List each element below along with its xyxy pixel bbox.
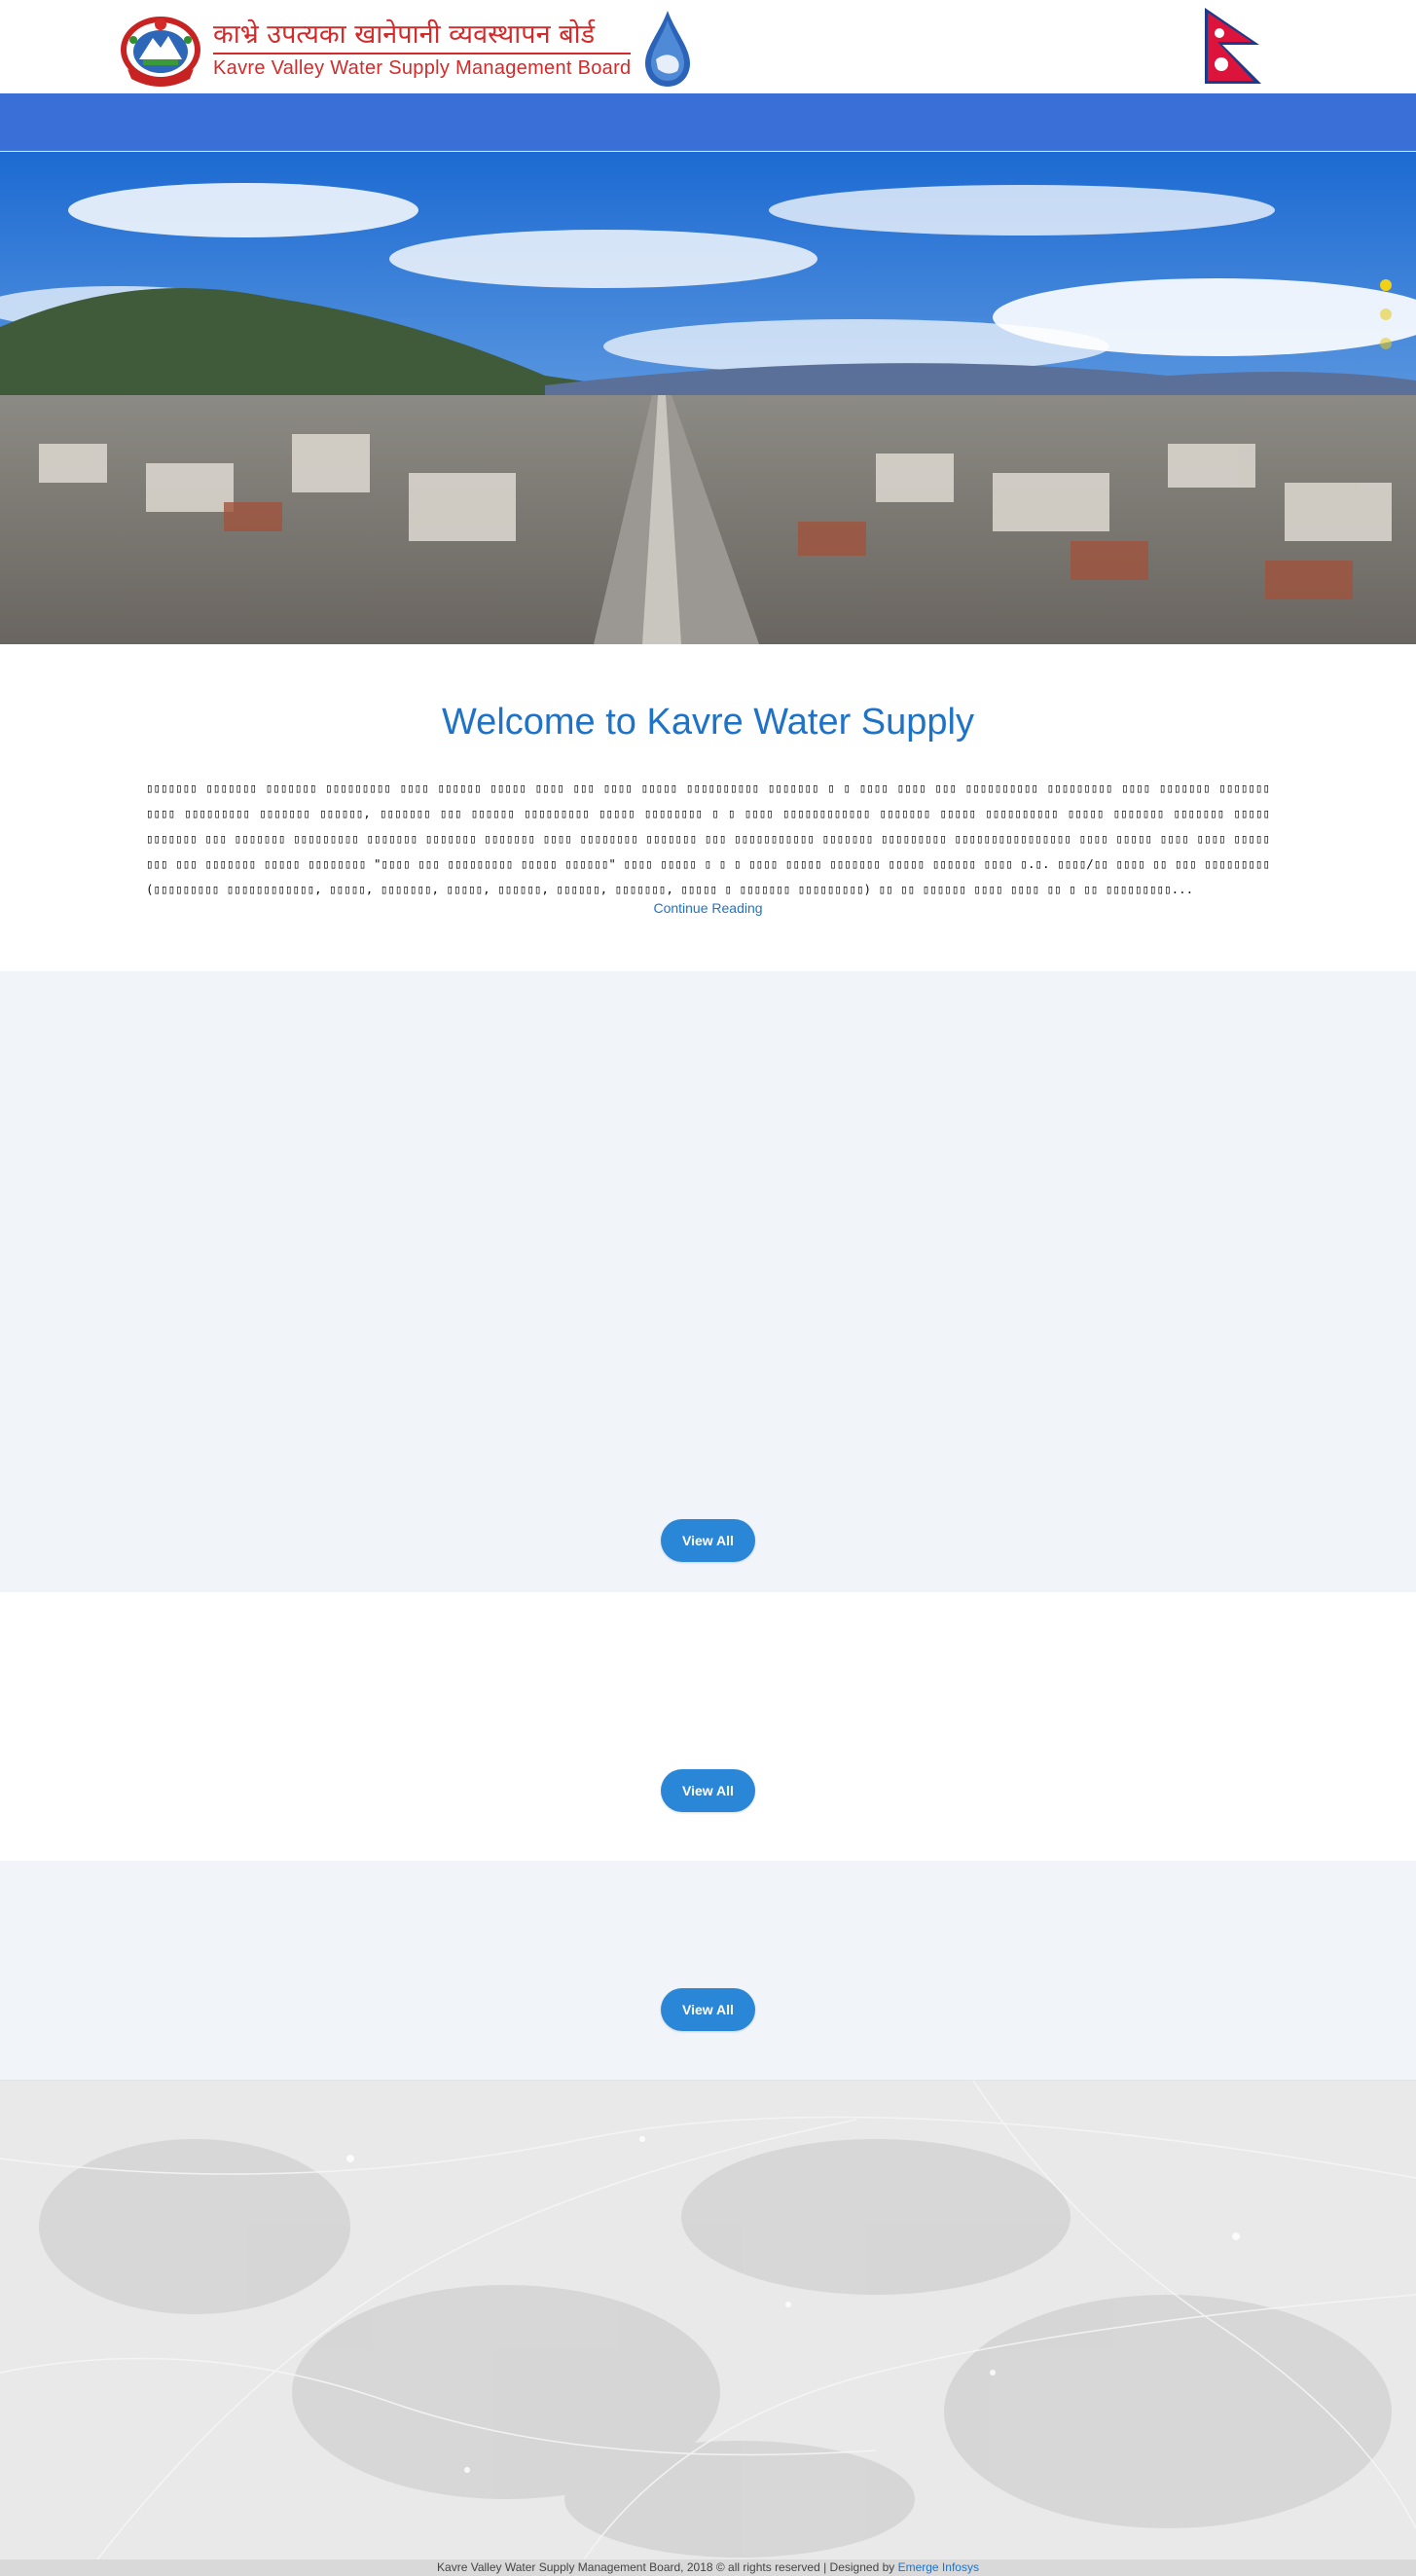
site-footer: Kavre Valley Water Supply Management Boa… bbox=[0, 2559, 1416, 2576]
logo-title-english: Kavre Valley Water Supply Management Boa… bbox=[213, 53, 632, 80]
nepal-flag-icon bbox=[1205, 8, 1261, 84]
main-navigation bbox=[0, 93, 1416, 152]
logo-title-nepali: काभ्रे उपत्यका खानेपानी व्यवस्थापन बोर्ड bbox=[213, 19, 596, 50]
city-lights-map bbox=[0, 2081, 1416, 2559]
view-all-button-3[interactable]: View All bbox=[661, 1988, 755, 2031]
slider-dot-1[interactable] bbox=[1380, 279, 1392, 291]
site-header: काभ्रे उपत्यका खानेपानी व्यवस्थापन बोर्ड… bbox=[0, 0, 1416, 93]
hero-slider[interactable] bbox=[0, 152, 1416, 644]
site-logo[interactable]: काभ्रे उपत्यका खानेपानी व्यवस्थापन बोर्ड… bbox=[118, 10, 693, 88]
footer-copyright: Kavre Valley Water Supply Management Boa… bbox=[437, 2560, 898, 2574]
water-drop-icon bbox=[645, 11, 691, 87]
welcome-heading: Welcome to Kavre Water Supply bbox=[442, 702, 974, 743]
footer-text: Kavre Valley Water Supply Management Boa… bbox=[0, 2559, 1416, 2576]
slider-dot-2[interactable] bbox=[1380, 308, 1392, 320]
nepal-emblem-icon bbox=[121, 17, 200, 87]
content-section-2: View All bbox=[0, 1592, 1416, 1861]
view-all-button-1[interactable]: View All bbox=[661, 1519, 755, 1562]
content-section-1: View All bbox=[0, 971, 1416, 1592]
view-all-button-2[interactable]: View All bbox=[661, 1769, 755, 1812]
content-section-3: View All bbox=[0, 1861, 1416, 2081]
slider-dot-3[interactable] bbox=[1380, 338, 1392, 349]
continue-reading-link[interactable]: Continue Reading bbox=[0, 900, 1416, 916]
hero-image bbox=[0, 152, 1416, 644]
map-background bbox=[0, 2081, 1416, 2559]
welcome-section: Welcome to Kavre Water Supply ▯▯▯▯▯▯▯ ▯▯… bbox=[0, 644, 1416, 971]
footer-designer-link[interactable]: Emerge Infosys bbox=[898, 2560, 979, 2574]
welcome-paragraph: ▯▯▯▯▯▯▯ ▯▯▯▯▯▯▯ ▯▯▯▯▯▯▯ ▯▯▯▯▯▯▯▯▯ ▯▯▯▯ ▯… bbox=[146, 780, 1270, 896]
slider-dots bbox=[1380, 279, 1392, 349]
